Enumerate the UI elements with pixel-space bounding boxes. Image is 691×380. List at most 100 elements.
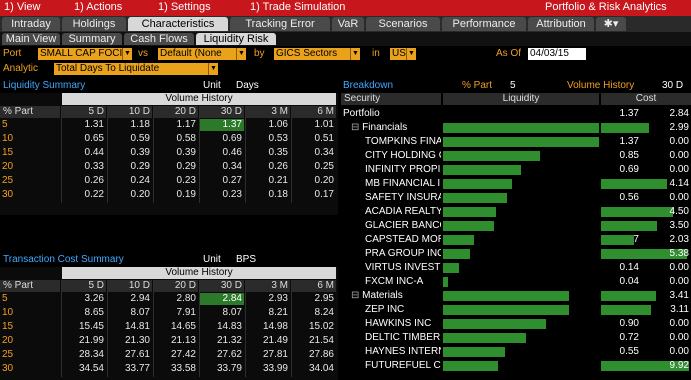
breakdown-row[interactable]: DELTIC TIMBER 0.72 0.00	[341, 331, 691, 345]
col-header[interactable]: 10 D	[108, 280, 152, 292]
breakdown-row[interactable]: FXCM INC-A 0.04 0.00	[341, 275, 691, 289]
breakdown-col-security[interactable]: Security	[341, 93, 441, 105]
security-cell: ACADIA REALTY	[365, 206, 441, 218]
tab-var[interactable]: VaR	[332, 17, 364, 31]
breakdown-row[interactable]: HAYNES INTERN 0.55 0.00	[341, 345, 691, 359]
tab-performance[interactable]: Performance	[442, 17, 526, 31]
vs-label: vs	[138, 48, 148, 59]
breakdown-row[interactable]: TOMPKINS FINA 1.37 0.00	[341, 135, 691, 149]
breakdown-col-liquidity[interactable]: Liquidity	[443, 93, 599, 105]
port-select[interactable]: SMALL CAP FOCI ▼	[38, 48, 132, 60]
table-cell: 1.31	[84, 119, 104, 130]
breakdown-row[interactable]: GLACIER BANCO0.453.50	[341, 219, 691, 233]
breakdown-row[interactable]: INFINITY PROPI 0.69 0.00	[341, 163, 691, 177]
analytic-select[interactable]: Total Days To Liquidate ▼	[54, 63, 218, 75]
column-divider	[291, 106, 292, 203]
tab-intraday[interactable]: Intraday	[2, 17, 60, 31]
liquidity-bar	[443, 179, 512, 189]
tab-settings-gear-icon[interactable]: ✱▾	[596, 17, 626, 31]
breakdown-row[interactable]: PRA GROUP INC0.235.38	[341, 247, 691, 261]
col-header[interactable]: 10 D	[108, 106, 152, 118]
table-cell: 7.91	[176, 307, 196, 318]
subtab-summary[interactable]: Summary	[62, 33, 122, 45]
col-header[interactable]: 6 M	[292, 106, 336, 118]
security-cell: INFINITY PROPI	[365, 164, 441, 176]
security-name: FXCM INC-A	[365, 276, 424, 287]
subtab-cash-flows[interactable]: Cash Flows	[124, 33, 194, 45]
col-header[interactable]: 5 D	[62, 106, 106, 118]
table-cell: 1.01	[314, 119, 334, 130]
breakdown-row[interactable]: FUTUREFUEL CO0.489.92	[341, 359, 691, 373]
col-header[interactable]: 3 M	[246, 106, 290, 118]
breakdown-row[interactable]: Portfolio 1.37 2.84	[341, 107, 691, 121]
breakdown-row[interactable]: CAPSTEAD MORT0.272.03	[341, 233, 691, 247]
view-menu[interactable]: 1) View	[4, 1, 40, 13]
benchmark-select[interactable]: Default (None ▼	[158, 48, 246, 60]
table-cell: 2.94	[130, 293, 150, 304]
grouping-select[interactable]: GICS Sectors ▼	[274, 48, 360, 60]
tc-volume-history-header: Volume History	[62, 267, 336, 279]
tab-holdings[interactable]: Holdings	[62, 17, 126, 31]
trade-simulation-menu[interactable]: 1) Trade Simulation	[250, 1, 345, 13]
table-cell: 34.54	[78, 363, 104, 374]
subtab-main-view[interactable]: Main View	[2, 33, 60, 45]
table-cell: 34.04	[308, 363, 334, 374]
table-cell: 0.59	[130, 133, 150, 144]
liquidity-bar	[443, 305, 569, 315]
app-title: Portfolio & Risk Analytics	[545, 1, 667, 13]
security-cell: ⊟ Financials	[351, 122, 441, 134]
column-divider	[153, 106, 154, 203]
breakdown-row[interactable]: VIRTUS INVESTI 0.14 0.00	[341, 261, 691, 275]
liquidity-bar	[443, 347, 505, 357]
table-cell: 14.83	[216, 321, 242, 332]
table-cell: 21.13	[170, 335, 196, 346]
column-divider	[61, 280, 62, 377]
tab-characteristics[interactable]: Characteristics	[128, 17, 228, 31]
collapse-icon[interactable]: ⊟	[351, 290, 362, 301]
col-header[interactable]: % Part	[0, 280, 60, 292]
tab-scenarios[interactable]: Scenarios	[366, 17, 440, 31]
as-of-date-input[interactable]: 04/03/15	[528, 48, 586, 60]
col-header[interactable]: 30 D	[200, 280, 244, 292]
col-header[interactable]: 20 D	[154, 106, 198, 118]
tab-attribution[interactable]: Attribution	[528, 17, 594, 31]
breakdown-row[interactable]: SAFETY INSURA 0.56 0.00	[341, 191, 691, 205]
table-cell: 21.30	[124, 335, 150, 346]
col-header[interactable]: 3 M	[246, 280, 290, 292]
security-cell: CITY HOLDING C	[365, 150, 441, 162]
breakdown-col-cost[interactable]: Cost	[601, 93, 691, 105]
table-cell: 0.46	[222, 147, 242, 158]
subtab-liquidity-risk[interactable]: Liquidity Risk	[196, 33, 276, 45]
cost-value: 3.11	[670, 304, 689, 315]
col-header[interactable]: 6 M	[292, 280, 336, 292]
breakdown-row[interactable]: CITY HOLDING C 0.85 0.00	[341, 149, 691, 163]
tab-tracking-error[interactable]: Tracking Error	[230, 17, 330, 31]
breakdown-row[interactable]: ACADIA REALTY0.464.50	[341, 205, 691, 219]
liquidity-value: 0.56	[619, 192, 639, 203]
liquidity-bar	[443, 249, 470, 259]
breakdown-row[interactable]: MB FINANCIAL I0.614.14	[341, 177, 691, 191]
as-of-label: As Of	[496, 48, 522, 59]
participation-cell: 20	[2, 335, 14, 346]
col-header[interactable]: 5 D	[62, 280, 106, 292]
breakdown-row[interactable]: HAWKINS INC 0.90 0.00	[341, 317, 691, 331]
liquidity-value: 0.04	[619, 276, 639, 287]
breakdown-row[interactable]: ⊟ Materials1.113.41	[341, 289, 691, 303]
currency-select[interactable]: USD ▼	[390, 48, 416, 60]
breakdown-row[interactable]: ⊟ Financials1.372.99	[341, 121, 691, 135]
cost-value: 2.84	[669, 108, 689, 119]
table-cell: 0.69	[222, 133, 242, 144]
chevron-down-icon: ▼	[350, 48, 360, 60]
actions-menu[interactable]: 1) Actions	[74, 1, 122, 13]
col-header[interactable]: 20 D	[154, 280, 198, 292]
col-header[interactable]: % Part	[0, 106, 60, 118]
liquidity-bar	[443, 263, 459, 273]
settings-menu[interactable]: 1) Settings	[158, 1, 211, 13]
col-header[interactable]: 30 D	[200, 106, 244, 118]
security-cell: SAFETY INSURA	[365, 192, 441, 204]
liquidity-value: 0.69	[619, 164, 639, 175]
breakdown-row[interactable]: ZEP INC1.113.11	[341, 303, 691, 317]
collapse-icon[interactable]: ⊟	[351, 122, 362, 133]
participation-cell: 25	[2, 175, 14, 186]
security-name: ZEP INC	[365, 304, 405, 315]
